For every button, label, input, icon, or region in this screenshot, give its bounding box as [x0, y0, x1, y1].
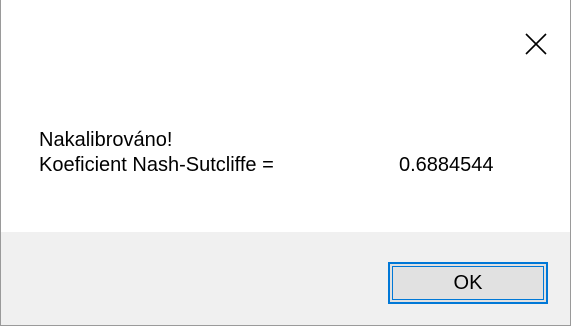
close-button[interactable] — [516, 26, 556, 66]
title-bar — [1, 0, 570, 88]
ok-button[interactable]: OK — [388, 262, 548, 304]
message-dialog: Nakalibrováno! Koeficient Nash-Sutcliffe… — [0, 0, 571, 326]
nse-value: 0.6884544 — [399, 154, 494, 176]
button-bar: OK — [1, 232, 570, 325]
close-icon — [525, 32, 547, 60]
message-content: Nakalibrováno! Koeficient Nash-Sutcliffe… — [39, 128, 550, 228]
message-line-calibrated: Nakalibrováno! — [39, 129, 173, 151]
ok-button-label: OK — [453, 271, 483, 294]
